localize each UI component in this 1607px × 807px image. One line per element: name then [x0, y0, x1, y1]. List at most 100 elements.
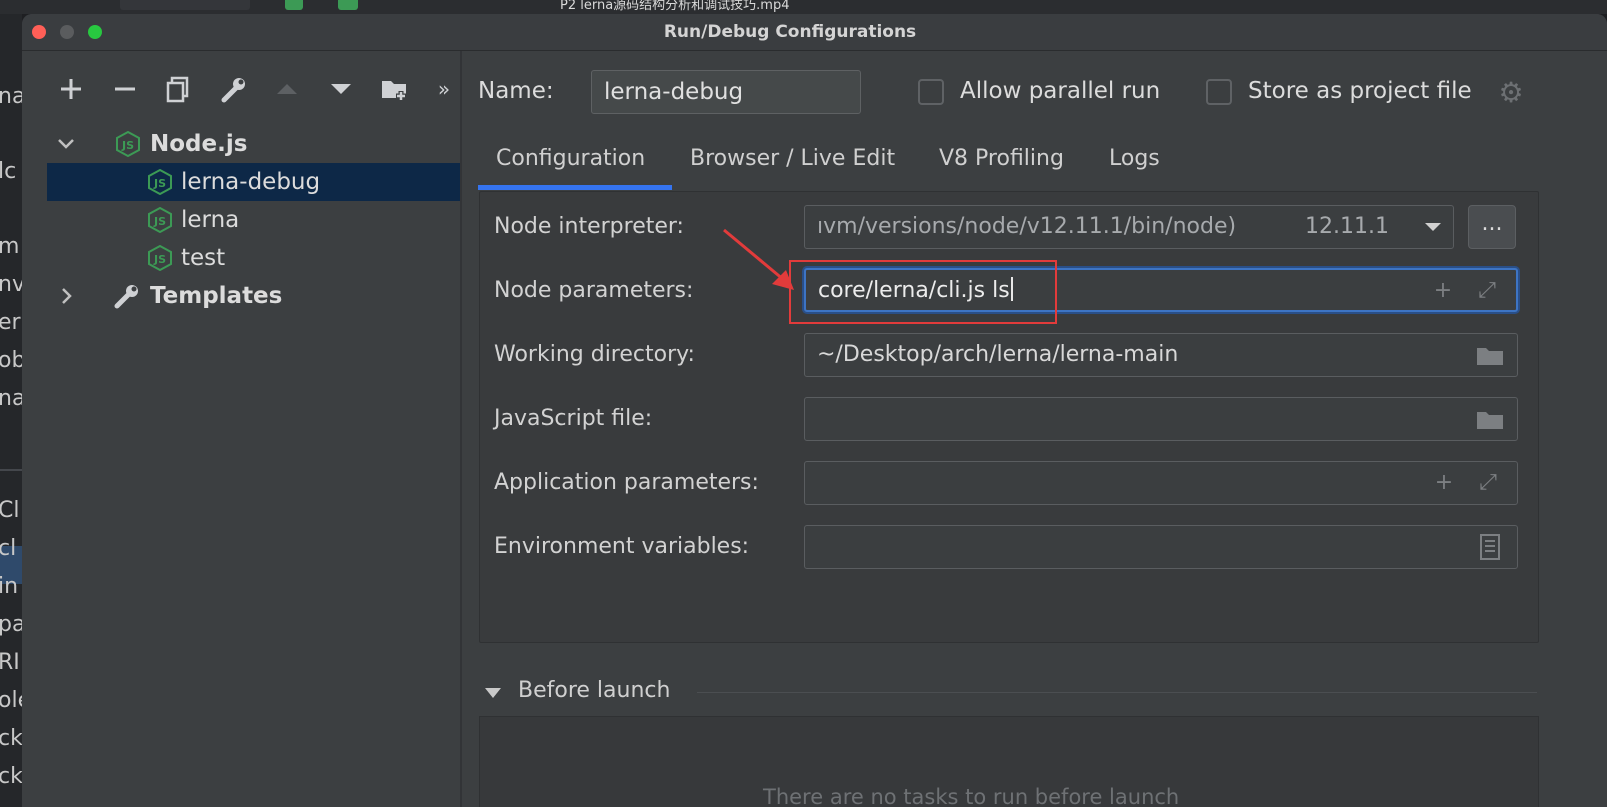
dialog-title-bar: Run/Debug Configurations	[22, 14, 1607, 51]
working-directory-label: Working directory:	[494, 342, 695, 367]
empty-tasks-text: There are no tasks to run before launch	[763, 785, 1180, 807]
text-fragment: ole	[0, 688, 22, 713]
tree-group-templates[interactable]: Templates	[47, 277, 460, 315]
text-fragment: ck	[0, 764, 22, 789]
before-launch-label[interactable]: Before launch	[518, 678, 670, 703]
collapse-triangle-icon[interactable]	[485, 688, 501, 698]
browse-interpreter-button[interactable]: ...	[1468, 205, 1516, 249]
text-fragment: ob	[0, 348, 22, 373]
panel-divider[interactable]	[460, 51, 462, 807]
toolbar-fragment	[120, 0, 250, 10]
tab-label: Browser / Live Edit	[690, 146, 896, 171]
ide-left-panel: na lc m nv er ob na Cl cl in pa RI ole c…	[0, 14, 22, 807]
move-down-icon[interactable]	[323, 71, 359, 107]
tree-group-label: Templates	[150, 283, 283, 309]
plus-icon[interactable]: +	[1428, 270, 1458, 310]
annotation-highlight-box	[789, 260, 1057, 324]
nodejs-icon: JS	[147, 244, 172, 272]
folder-icon[interactable]	[1475, 398, 1505, 440]
node-interpreter-label: Node interpreter:	[494, 214, 684, 239]
nodejs-icon: JS	[147, 206, 172, 234]
tab-label: Configuration	[496, 146, 646, 171]
svg-text:JS: JS	[153, 177, 166, 190]
wrench-icon[interactable]	[215, 71, 251, 107]
javascript-file-input[interactable]	[804, 397, 1518, 441]
tab-label: Logs	[1109, 146, 1160, 171]
new-folder-icon[interactable]	[377, 71, 413, 107]
dialog-title: Run/Debug Configurations	[663, 22, 917, 42]
svg-text:JS: JS	[153, 215, 166, 228]
text-fragment: m	[0, 234, 20, 259]
text-fragment: cl	[0, 536, 17, 561]
tab-configuration[interactable]: Configuration	[478, 136, 672, 190]
tree-item-test[interactable]: JS test	[47, 239, 460, 277]
tab-label: V8 Profiling	[939, 146, 1064, 171]
tab-browser-live-edit[interactable]: Browser / Live Edit	[690, 136, 895, 190]
environment-variables-input[interactable]	[804, 525, 1518, 569]
document-icon[interactable]	[1475, 526, 1505, 568]
text-fragment: na	[0, 84, 22, 109]
copy-icon[interactable]	[161, 71, 197, 107]
svg-text:JS: JS	[121, 139, 134, 152]
chevron-right-icon[interactable]	[55, 277, 77, 329]
tree-item-label: lerna	[181, 207, 240, 233]
tree-item-label: lerna-debug	[181, 169, 321, 195]
store-project-checkbox[interactable]	[1206, 79, 1232, 105]
allow-parallel-label[interactable]: Allow parallel run	[960, 78, 1160, 104]
environment-variables-label: Environment variables:	[494, 534, 750, 559]
configuration-panel: Node interpreter: ıvm/versions/node/v12.…	[479, 191, 1539, 643]
nodejs-icon: JS	[115, 130, 140, 158]
tree-item-label: test	[181, 245, 226, 271]
tab-logs[interactable]: Logs	[1109, 136, 1160, 190]
node-interpreter-select[interactable]: ıvm/versions/node/v12.11.1/bin/node) 12.…	[804, 205, 1454, 249]
tree-toolbar: »	[47, 71, 460, 111]
working-directory-value: ~/Desktop/arch/lerna/lerna-main	[817, 342, 1179, 367]
debug-icon	[338, 0, 358, 10]
folder-icon[interactable]	[1475, 334, 1505, 376]
node-interpreter-path: ıvm/versions/node/v12.11.1/bin/node)	[817, 214, 1237, 239]
text-fragment: na	[0, 386, 22, 411]
allow-parallel-checkbox[interactable]	[918, 79, 944, 105]
plus-icon[interactable]: +	[1429, 462, 1459, 504]
application-parameters-label: Application parameters:	[494, 470, 759, 495]
text-fragment: in	[0, 574, 19, 599]
run-debug-dialog: Run/Debug Configurations » JS Node.js JS…	[22, 14, 1607, 807]
store-project-label[interactable]: Store as project file	[1248, 78, 1472, 104]
chevron-down-icon[interactable]	[1423, 206, 1443, 248]
tree-group-label: Node.js	[150, 131, 248, 157]
ide-title-bar: P2 lerna源码结构分析和调试技巧.mp4	[0, 0, 1607, 14]
javascript-file-label: JavaScript file:	[494, 406, 653, 431]
svg-text:JS: JS	[153, 253, 166, 266]
run-icon	[285, 0, 303, 10]
name-label: Name:	[478, 78, 554, 104]
minus-icon[interactable]	[107, 71, 143, 107]
tree-group-nodejs[interactable]: JS Node.js	[47, 125, 460, 163]
gear-icon[interactable]: ⚙	[1496, 78, 1526, 108]
tree-item-lerna-debug[interactable]: JS lerna-debug	[47, 163, 460, 201]
working-directory-input[interactable]: ~/Desktop/arch/lerna/lerna-main	[804, 333, 1518, 377]
text-fragment: nv	[0, 272, 22, 297]
tab-v8-profiling[interactable]: V8 Profiling	[939, 136, 1064, 190]
tree-item-lerna[interactable]: JS lerna	[47, 201, 460, 239]
more-icon[interactable]: »	[431, 71, 457, 107]
configurations-tree-panel: » JS Node.js JS lerna-debug JS lerna JS …	[47, 51, 460, 807]
name-field[interactable]: lerna-debug	[591, 70, 861, 114]
text-fragment: Cl	[0, 498, 20, 523]
node-parameters-label: Node parameters:	[494, 278, 694, 303]
node-version: 12.11.1	[1305, 214, 1389, 239]
text-fragment: RI	[0, 650, 20, 675]
section-divider	[697, 692, 1537, 693]
divider	[0, 469, 22, 471]
move-up-icon[interactable]	[269, 71, 305, 107]
text-fragment: ck	[0, 726, 22, 751]
text-fragment: lc	[0, 159, 17, 184]
video-title: P2 lerna源码结构分析和调试技巧.mp4	[560, 0, 790, 13]
application-parameters-input[interactable]: + ⤢	[804, 461, 1518, 505]
before-launch-tasks-list: There are no tasks to run before launch	[479, 716, 1539, 807]
plus-icon[interactable]	[53, 71, 89, 107]
expand-icon[interactable]: ⤢	[1472, 270, 1502, 310]
text-fragment: er	[0, 310, 21, 335]
expand-icon[interactable]: ⤢	[1473, 462, 1503, 504]
text-fragment: pa	[0, 612, 22, 637]
nodejs-icon: JS	[147, 168, 172, 196]
